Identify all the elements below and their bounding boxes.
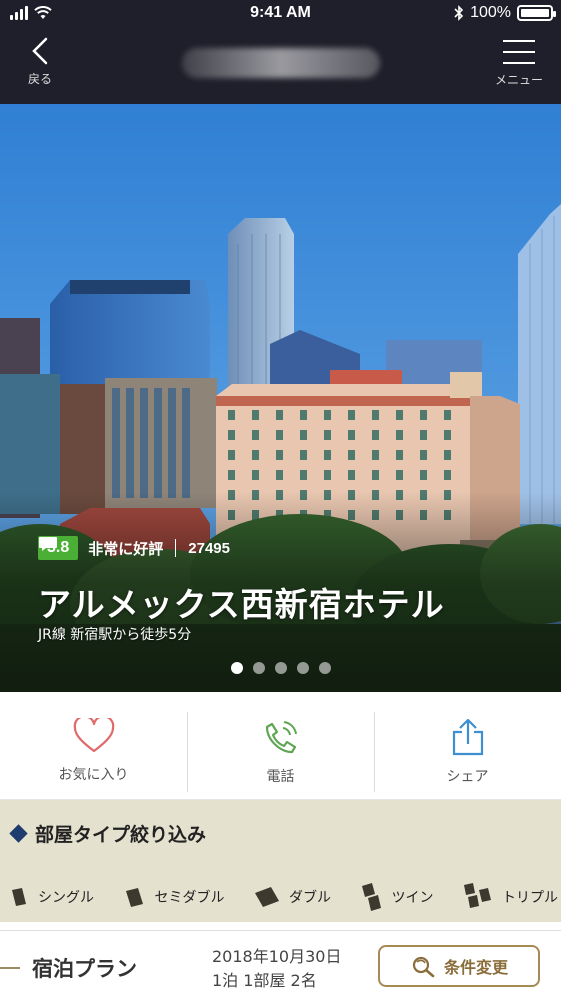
room-type-list: シングル セミダブル ダブル ツイン トリプル	[8, 882, 558, 912]
carousel-dot[interactable]	[296, 662, 309, 674]
nav-bar: 戻る メニュー	[0, 28, 561, 104]
change-conditions-button[interactable]: 条件変更	[378, 945, 540, 987]
room-type-label: セミダブル	[154, 890, 225, 906]
rating-label: 非常に好評	[88, 539, 164, 558]
stay-plan-bar: 宿泊プラン 2018年10月30日 1泊 1部屋 2名 条件変更	[0, 930, 561, 1002]
plan-details: 1泊 1部屋 2名	[212, 971, 317, 990]
menu-label: メニュー	[494, 73, 543, 87]
room-type-label: シングル	[38, 890, 94, 906]
room-type-single[interactable]: シングル	[8, 882, 94, 912]
hotel-access: JR線 新宿駅から徒歩5分	[38, 627, 192, 643]
search-refresh-icon	[412, 956, 435, 978]
room-type-double[interactable]: ダブル	[253, 882, 331, 912]
room-type-semi-double[interactable]: セミダブル	[123, 882, 225, 912]
carousel-dot[interactable]	[318, 662, 331, 674]
share-label: シェア	[446, 769, 489, 785]
twin-bed-icon	[361, 883, 381, 911]
favorite-label: お気に入り	[58, 767, 129, 783]
favorite-button[interactable]: お気に入り	[0, 692, 187, 799]
comment-icon	[39, 537, 57, 551]
room-type-triple[interactable]: トリプル	[462, 882, 558, 912]
filter-heading: 部屋タイプ絞り込み	[9, 820, 207, 847]
share-button[interactable]: シェア	[374, 692, 561, 799]
plan-conditions: 2018年10月30日 1泊 1部屋 2名	[212, 945, 341, 993]
semi-double-bed-icon	[125, 888, 143, 907]
hotel-name: アルメックス西新宿ホテル	[38, 585, 445, 624]
share-icon	[452, 718, 483, 756]
battery-icon	[517, 5, 556, 21]
chevron-left-icon	[32, 37, 48, 65]
hamburger-icon	[491, 40, 547, 64]
heart-icon	[73, 718, 114, 753]
room-type-twin[interactable]: ツイン	[360, 882, 434, 912]
carousel-dot[interactable]	[230, 662, 243, 674]
action-bar: お気に入り 電話 シェア	[0, 692, 561, 800]
single-bed-icon	[12, 888, 26, 906]
diamond-icon	[9, 824, 28, 843]
battery-percent: 100%	[470, 4, 511, 21]
carousel-dots[interactable]	[0, 662, 561, 674]
filter-title: 部屋タイプ絞り込み	[35, 824, 207, 846]
room-type-label: ツイン	[391, 890, 434, 906]
carousel-dot[interactable]	[274, 662, 287, 674]
rating-row: 3.8 非常に好評 27495	[38, 536, 230, 560]
status-right: 100%	[454, 4, 556, 22]
menu-button[interactable]: メニュー	[491, 40, 547, 88]
hotel-photo-carousel[interactable]: 3.8 非常に好評 27495 アルメックス西新宿ホテル JR線 新宿駅から徒歩…	[0, 104, 561, 692]
room-type-label: ダブル	[289, 890, 331, 906]
double-bed-icon	[255, 887, 279, 907]
plan-title: 宿泊プラン	[32, 957, 137, 981]
plan-accent-line	[0, 967, 20, 969]
bluetooth-icon	[454, 5, 464, 21]
status-bar: 9:41 AM 100%	[0, 0, 561, 28]
triple-bed-icon	[464, 883, 491, 908]
change-conditions-label: 条件変更	[443, 958, 508, 977]
phone-button[interactable]: 電話	[187, 692, 374, 799]
app-logo	[182, 48, 380, 78]
room-type-label: トリプル	[502, 890, 558, 906]
phone-icon	[265, 721, 297, 754]
carousel-dot[interactable]	[252, 662, 265, 674]
review-count[interactable]: 27495	[39, 537, 230, 557]
phone-label: 電話	[266, 769, 295, 785]
back-label: 戻る	[27, 72, 52, 86]
rating-divider	[175, 539, 177, 557]
review-count-value: 27495	[188, 539, 230, 557]
back-button[interactable]: 戻る	[18, 36, 62, 87]
plan-date: 2018年10月30日	[212, 947, 342, 966]
room-type-filter: 部屋タイプ絞り込み シングル セミダブル ダブル ツイン トリプル	[0, 800, 561, 922]
